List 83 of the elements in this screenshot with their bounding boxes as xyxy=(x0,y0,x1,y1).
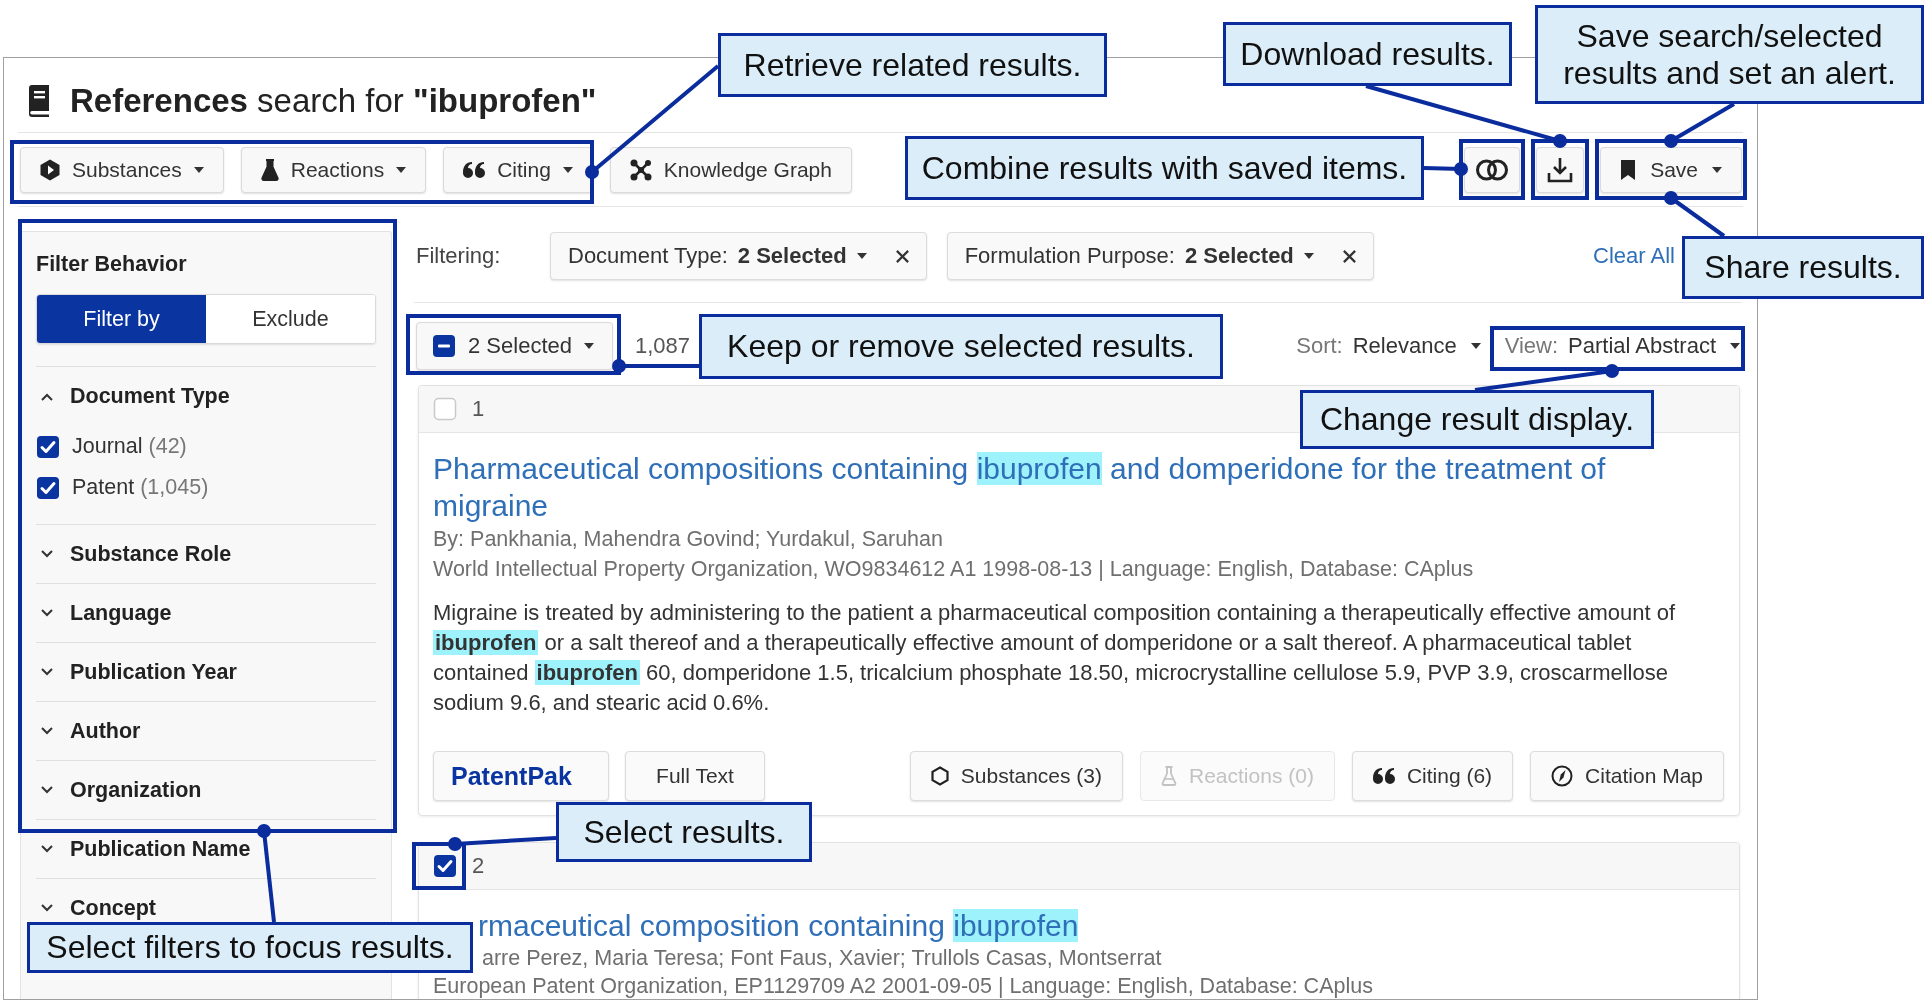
callout: Keep or remove selected results. xyxy=(699,314,1223,379)
combine-button[interactable] xyxy=(1464,146,1521,193)
checkbox[interactable] xyxy=(36,475,60,500)
toggle-option[interactable]: Exclude xyxy=(206,295,375,343)
callout: Download results. xyxy=(1223,22,1512,86)
author-line: By: Pankhania, Mahendra Govind; Yurdakul, Saruhan xyxy=(433,526,943,553)
bookmark-icon xyxy=(1620,158,1637,181)
chip-dropdown[interactable]: Formulation Purpose: 2 Selected xyxy=(964,243,1314,269)
callout: Combine results with saved items. xyxy=(905,136,1424,200)
abstract-text: Migraine is treated by administering to the patient a pharmaceutical composition containing a therapeutically effective amount of ibuprofen or a salt thereof and a therapeutically effective amount of domperidone or a salt thereof. A pharmaceutical tablet contained ibuprofen 60, domperidone 1.5, tricalcium phosphate 18.50, microcrystalline cellulose 5.9, PVP 3.9, croscarmellose sodium 9.6, and stearic acid 0.6%. xyxy=(433,599,1677,717)
full-text-button[interactable]: Full Text xyxy=(625,751,765,801)
caret-icon xyxy=(856,253,867,259)
option-label: Patent xyxy=(72,475,135,500)
toolbar-button[interactable]: Reactions xyxy=(240,146,427,193)
toggle-option[interactable]: Filter by xyxy=(37,295,206,343)
remove-button[interactable] xyxy=(894,248,910,264)
action-button[interactable]: Citation Map xyxy=(1530,751,1724,801)
result-title-link[interactable]: Pharmaceutical compositions containing ibuprofen and domperidone for the treatment of migraine xyxy=(433,450,1683,524)
toolbar-button[interactable]: Substances xyxy=(20,146,224,193)
page-title: References search for "ibuprofen" xyxy=(70,82,597,120)
remove-button[interactable] xyxy=(1341,248,1357,264)
hexagon-icon xyxy=(930,766,949,786)
close-icon xyxy=(894,248,910,264)
section-toggle[interactable]: Organization xyxy=(36,761,376,819)
option-count: (1,045) xyxy=(140,475,209,500)
callout: Select results. xyxy=(556,802,812,862)
action-button[interactable]: Substances (3) xyxy=(909,751,1123,801)
callout-pointer xyxy=(1664,102,1735,148)
result-count: 1,087 xyxy=(634,333,691,359)
panel-title: Filter Behavior xyxy=(36,252,188,276)
source-line: World Intellectual Property Organization, WO9834612 A1 1998-08-13 | Language: English, Database: CAplus xyxy=(433,556,1474,583)
filtering-label: Filtering: xyxy=(416,243,502,269)
option-count: (42) xyxy=(148,434,187,459)
quote-icon xyxy=(1372,768,1395,784)
callout: Retrieve related results. xyxy=(718,33,1107,97)
download-button[interactable] xyxy=(1536,146,1585,193)
view-label: View: xyxy=(1504,333,1559,359)
hexagon-icon xyxy=(40,158,60,181)
close-icon xyxy=(1341,248,1357,264)
download-icon xyxy=(1546,155,1575,184)
section-toggle[interactable]: Language xyxy=(36,584,376,642)
flask-icon xyxy=(1161,766,1177,786)
overlapping-circles-icon xyxy=(1475,158,1510,181)
callout: Share results. xyxy=(1682,236,1924,299)
selection-dropdown[interactable]: 2 Selected xyxy=(416,322,613,370)
book-icon xyxy=(27,85,51,117)
section-toggle[interactable]: Document Type xyxy=(36,367,376,426)
caret-icon xyxy=(583,343,594,349)
flask-icon xyxy=(260,158,279,181)
callout-pointer xyxy=(1423,162,1468,176)
clear-all-link[interactable]: Clear All xyxy=(1593,243,1675,269)
caret-icon xyxy=(1470,343,1481,349)
callout: Save search/selected results and set an alert. xyxy=(1535,5,1924,104)
callout: Change result display. xyxy=(1300,390,1654,449)
result-title-link[interactable]: rmaceutical composition containing ibuprofen xyxy=(478,907,1079,944)
action-button[interactable]: Citing (6) xyxy=(1351,751,1514,801)
toolbar-button[interactable]: Citing xyxy=(443,146,593,193)
section-toggle[interactable]: Publication Name xyxy=(36,820,376,878)
graph-icon xyxy=(629,158,652,181)
chip-dropdown[interactable]: Document Type: 2 Selected xyxy=(568,243,867,269)
compass-icon xyxy=(1551,765,1574,787)
option-label: Journal xyxy=(72,434,143,459)
result-number: 2 xyxy=(472,853,485,879)
caret-icon xyxy=(1730,343,1740,349)
view-dropdown[interactable]: Partial Abstract xyxy=(1568,333,1740,359)
patentpak-button[interactable]: PatentPak xyxy=(433,751,609,801)
author-line: arre Perez, Maria Teresa; Font Faus, Xavier; Trullols Casas, Montserrat xyxy=(482,945,1162,972)
callout: Select filters to focus results. xyxy=(27,922,473,973)
checkbox[interactable] xyxy=(36,434,60,459)
section-toggle[interactable]: Substance Role xyxy=(36,525,376,583)
quote-icon xyxy=(463,161,486,178)
caret-icon xyxy=(1303,253,1314,259)
section-toggle[interactable]: Publication Year xyxy=(36,643,376,701)
source-line: European Patent Organization, EP1129709 A2 2001-09-05 | Language: English, Database: CAplus xyxy=(433,973,1373,999)
result-number: 1 xyxy=(472,396,485,422)
callout-pointer xyxy=(1664,191,1726,238)
checkbox[interactable] xyxy=(433,854,457,878)
sort-label: Sort: xyxy=(1296,333,1343,359)
section-toggle[interactable]: Author xyxy=(36,702,376,760)
toolbar-button[interactable]: Knowledge Graph xyxy=(609,146,852,193)
sort-dropdown[interactable]: Relevance xyxy=(1352,333,1481,359)
checkbox[interactable] xyxy=(433,397,457,421)
save-button[interactable]: Save xyxy=(1600,146,1742,193)
